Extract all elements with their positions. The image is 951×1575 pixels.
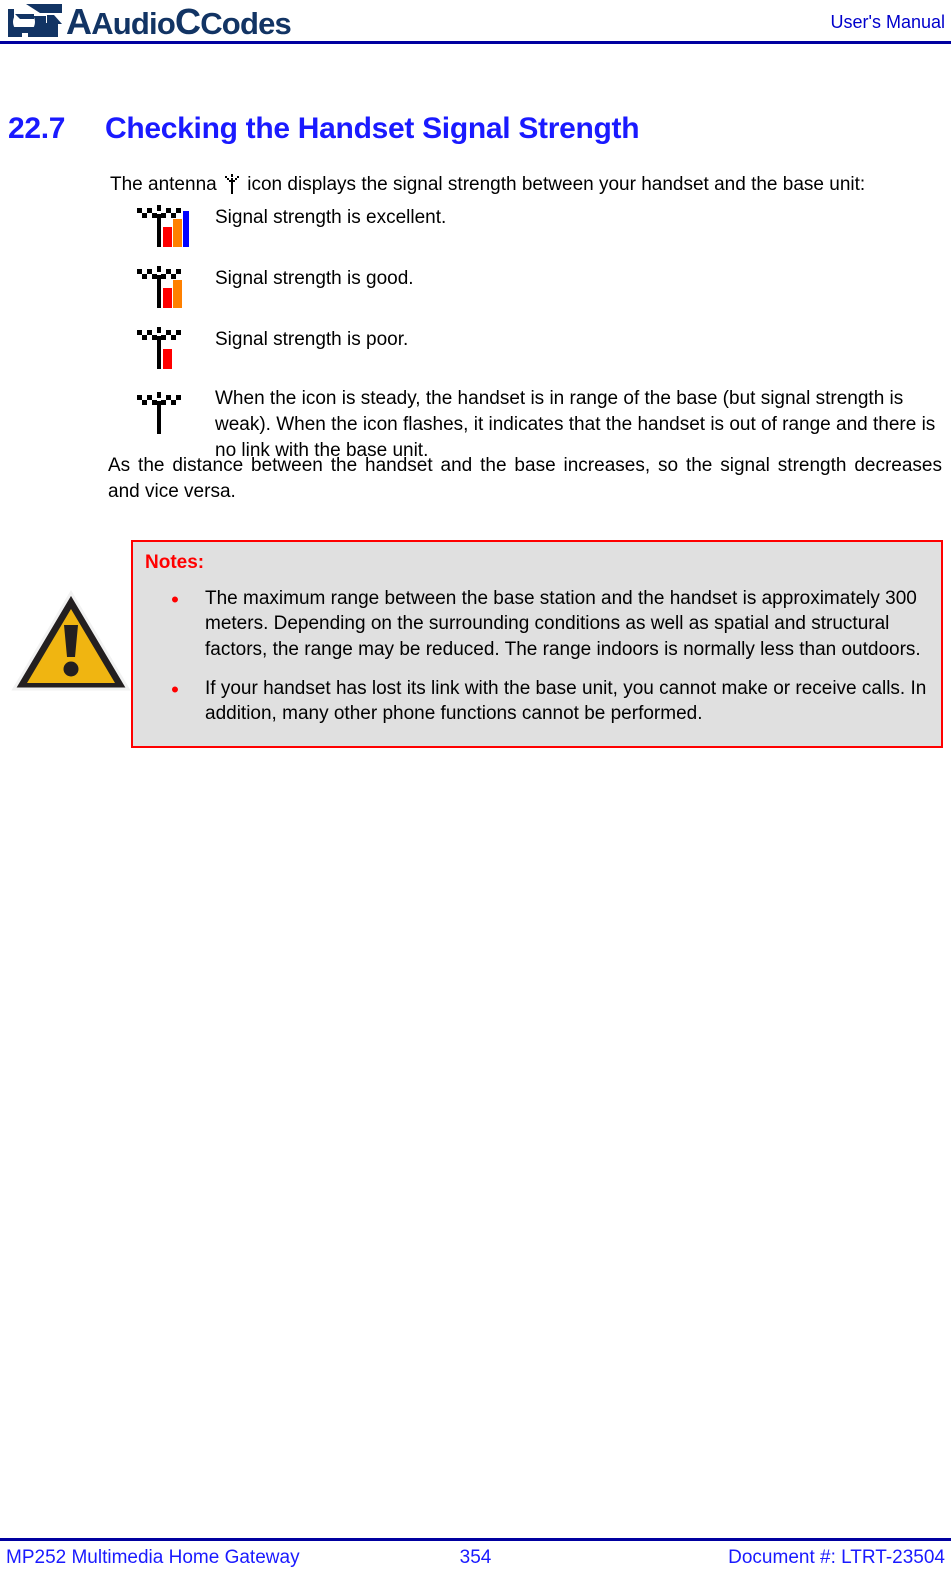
section-title: Checking the Handset Signal Strength xyxy=(105,112,640,145)
distance-paragraph: As the distance between the handset and … xyxy=(108,455,942,503)
logo-text-codes: Codes xyxy=(200,6,292,41)
antenna-icon xyxy=(224,174,239,194)
list-item: Signal strength is poor. xyxy=(110,325,945,369)
logo-text: AAudioCCodes xyxy=(66,1,292,42)
signal-description: Signal strength is good. xyxy=(215,268,414,289)
footer-divider xyxy=(0,1538,951,1541)
signal-description: Signal strength is excellent. xyxy=(215,207,447,228)
signal-icon-cell xyxy=(110,264,215,308)
signal-description: Signal strength is poor. xyxy=(215,329,409,350)
signal-strength-good-icon xyxy=(136,266,182,308)
signal-strength-poor-icon xyxy=(136,327,181,369)
audiocodes-logo: AAudioCCodes xyxy=(6,1,292,42)
signal-icon-cell xyxy=(110,325,215,369)
signal-strength-excellent-icon xyxy=(136,205,189,247)
list-item: When the icon is steady, the handset is … xyxy=(110,386,945,463)
note-text: If your handset has lost its link with t… xyxy=(205,677,927,725)
header-document-type: User's Manual xyxy=(830,12,945,32)
list-item: • The maximum range between the base sta… xyxy=(145,586,935,662)
bullet-icon: • xyxy=(171,587,179,612)
signal-strength-none-icon xyxy=(136,392,181,434)
signal-strength-list: Signal strength is excellent. Signal str… xyxy=(110,203,945,469)
audiocodes-logo-icon xyxy=(8,3,62,37)
signal-icon-cell xyxy=(110,203,215,247)
page-header: AAudioCCodes User's Manual xyxy=(0,0,951,44)
notes-title: Notes: xyxy=(145,552,205,573)
footer-document-number: Document #: LTRT-23504 xyxy=(728,1547,945,1568)
bullet-icon: • xyxy=(171,676,179,702)
signal-icon-cell xyxy=(110,386,215,434)
page-footer: MP252 Multimedia Home Gateway 354 Docume… xyxy=(0,1547,951,1575)
notes-block: Notes: • The maximum range between the b… xyxy=(0,540,951,755)
page-title: 22.7 Checking the Handset Signal Strengt… xyxy=(8,112,938,146)
note-text: The maximum range between the base stati… xyxy=(205,588,921,660)
notes-box: Notes: • The maximum range between the b… xyxy=(131,540,943,748)
warning-triangle-icon xyxy=(11,590,131,691)
list-item: • If your handset has lost its link with… xyxy=(145,676,935,727)
section-number: 22.7 xyxy=(8,112,66,145)
logo-text-audio: Audio xyxy=(91,6,176,41)
intro-text-before: The antenna xyxy=(110,174,217,195)
list-item: Signal strength is excellent. xyxy=(110,203,945,247)
header-divider xyxy=(0,41,951,44)
intro-text-after: icon displays the signal strength betwee… xyxy=(247,174,866,195)
signal-description: When the icon is steady, the handset is … xyxy=(215,388,936,461)
notes-items: • The maximum range between the base sta… xyxy=(145,586,935,740)
intro-paragraph: The antenna icon displays the signal str… xyxy=(110,172,942,198)
list-item: Signal strength is good. xyxy=(110,264,945,308)
